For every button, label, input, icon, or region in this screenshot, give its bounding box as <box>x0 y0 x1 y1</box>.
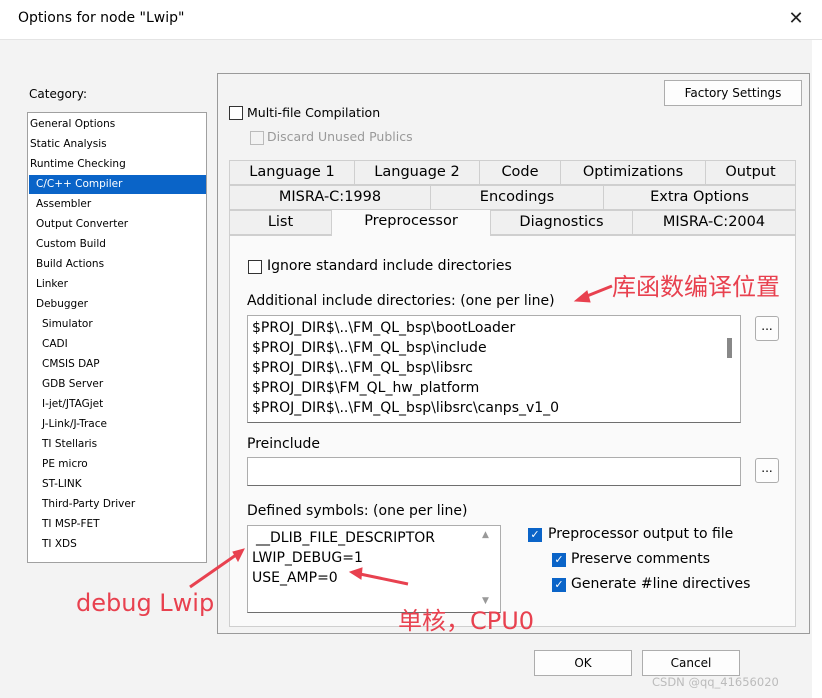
background-window-edge <box>812 40 822 698</box>
watermark: CSDN @qq_41656020 <box>652 675 779 689</box>
arrowhead-include <box>573 290 591 303</box>
include-annotation: 库函数编译位置 <box>612 273 780 301</box>
core-annotation: 单核，CPU0 <box>398 607 535 635</box>
arrow-core <box>359 572 409 586</box>
arrow-debug <box>189 553 237 589</box>
arrowhead-core <box>348 567 363 580</box>
arrowhead-debug <box>232 548 245 563</box>
debug-annotation: debug Lwip <box>76 589 215 617</box>
